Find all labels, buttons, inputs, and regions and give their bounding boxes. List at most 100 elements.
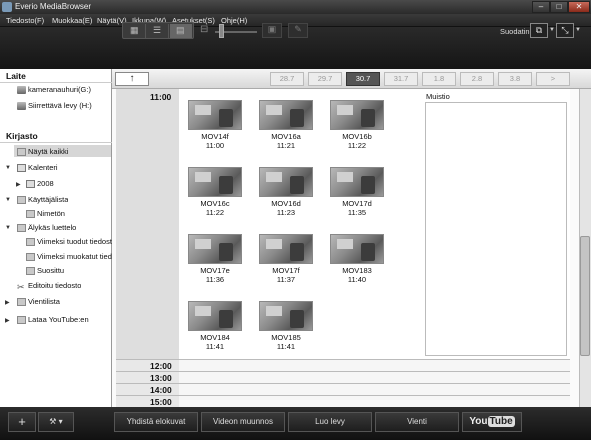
clip-time: 11:23 [276, 208, 296, 217]
hour-row-cell[interactable] [179, 384, 570, 395]
clip-item[interactable]: MOV17f 11:37 [257, 234, 315, 284]
video-thumbnail[interactable] [330, 234, 384, 264]
maximize-button[interactable]: □ [550, 1, 568, 13]
hour-row-cell[interactable] [179, 372, 570, 383]
view-grid-button[interactable]: ▦ [124, 24, 146, 38]
sort-dropdown-icon[interactable]: ▼ [575, 27, 581, 33]
youtube-upload-button[interactable]: You Tube [462, 412, 522, 432]
date-cell[interactable]: 31.7 [384, 72, 418, 86]
library-icon [17, 148, 26, 157]
date-cell[interactable]: 28.7 [270, 72, 304, 86]
library-recent-edited[interactable]: Viimeksi muokatut tied [26, 252, 112, 262]
collapse-arrow-icon[interactable]: ▼ [5, 225, 11, 231]
add-button[interactable]: + [8, 412, 36, 432]
clip-item[interactable]: MOV17e 11:36 [186, 234, 244, 284]
clip-item[interactable]: MOV16b 11:22 [328, 100, 386, 150]
video-thumbnail[interactable] [259, 167, 313, 197]
filter-label: Suodatin [500, 27, 530, 36]
library-smart-list[interactable]: Älykäs luettelo [17, 223, 76, 233]
collapse-arrow-icon[interactable]: ▼ [5, 165, 11, 171]
library-year[interactable]: 2008 [26, 179, 54, 189]
clip-item[interactable]: MOV14f 11:00 [186, 100, 244, 150]
clip-item[interactable]: MOV16d 11:23 [257, 167, 315, 217]
video-thumbnail[interactable] [259, 301, 313, 331]
menu-file[interactable]: Tiedosto(F) [6, 16, 44, 25]
library-export-list[interactable]: Vientilista [17, 297, 60, 307]
device-camcorder[interactable]: kameranauhuri(G:) [17, 85, 91, 95]
scrollbar-thumb[interactable] [580, 236, 590, 356]
minimize-button[interactable]: – [532, 1, 550, 13]
list-icon [26, 267, 35, 276]
clip-name: MOV16a [271, 132, 301, 141]
clip-time: 11:41 [276, 342, 296, 351]
item-label: Käyttäjälista [28, 195, 69, 204]
date-cell[interactable]: 29.7 [308, 72, 342, 86]
merge-movies-button[interactable]: Yhdistä elokuvat [114, 412, 198, 432]
filter-icon[interactable]: ⧉ [530, 23, 548, 38]
video-thumbnail[interactable] [188, 100, 242, 130]
expand-arrow-icon[interactable]: ▶ [5, 317, 10, 324]
library-favorite[interactable]: Suosittu [26, 266, 64, 276]
library-show-all[interactable]: Näytä kaikki [17, 147, 68, 157]
video-thumbnail[interactable] [330, 100, 384, 130]
video-convert-button[interactable]: Videon muunnos [201, 412, 285, 432]
camcorder-icon [17, 86, 26, 95]
hour-label-13: 13:00 [150, 373, 172, 383]
date-cell[interactable]: 2.8 [460, 72, 494, 86]
expand-arrow-icon[interactable]: ▶ [5, 299, 10, 306]
collapse-arrow-icon[interactable]: ▼ [5, 197, 11, 203]
video-thumbnail[interactable] [188, 301, 242, 331]
video-thumbnail[interactable] [259, 234, 313, 264]
video-thumbnail[interactable] [330, 167, 384, 197]
library-users[interactable]: Käyttäjälista [17, 195, 69, 205]
close-button[interactable]: ✕ [568, 1, 590, 13]
zoom-out-icon[interactable]: ⊟ [200, 24, 208, 35]
drive-icon [17, 102, 26, 111]
library-recent-imported[interactable]: Viimeksi tuodut tiedost [26, 237, 112, 247]
expand-arrow-icon[interactable]: ▶ [16, 181, 21, 188]
device-label: kameranauhuri(G:) [28, 85, 91, 94]
up-button[interactable]: ↑ [115, 72, 149, 86]
view-list-button[interactable]: ☰ [147, 24, 169, 38]
clip-item[interactable]: MOV183 11:40 [328, 234, 386, 284]
date-cell[interactable]: 1.8 [422, 72, 456, 86]
clip-time: 11:22 [347, 141, 367, 150]
hour-row-cell[interactable] [179, 360, 570, 371]
library-unnamed[interactable]: Nimetön [26, 209, 65, 219]
menu-help[interactable]: Ohje(H) [221, 16, 247, 25]
device-removable[interactable]: Siirrettävä levy (H:) [17, 101, 92, 111]
date-cell[interactable]: 3.8 [498, 72, 532, 86]
list-icon: ☰ [153, 25, 162, 35]
export-button[interactable]: Vienti [375, 412, 459, 432]
hour-label-12: 12:00 [150, 361, 172, 371]
clip-item[interactable]: MOV16a 11:21 [257, 100, 315, 150]
sort-icon[interactable]: ⤡ [556, 23, 574, 38]
memo-label: Muistio [426, 92, 450, 101]
library-youtube-upload[interactable]: Lataa YouTube:en [17, 315, 89, 325]
clip-item[interactable]: MOV17d 11:35 [328, 167, 386, 217]
item-label: Nimetön [37, 209, 65, 218]
clip-time: 11:22 [205, 208, 225, 217]
view-calendar-button[interactable]: ▤ [170, 24, 192, 38]
next-dates-button[interactable]: > [536, 72, 570, 86]
zoom-in-icon[interactable]: ▣ [262, 23, 282, 38]
video-thumbnail[interactable] [259, 100, 313, 130]
create-disc-button[interactable]: Luo levy [288, 412, 372, 432]
filter-dropdown-icon[interactable]: ▼ [549, 27, 555, 33]
memo-textarea[interactable] [425, 102, 567, 356]
menu-edit[interactable]: Muokkaa(E) [52, 16, 92, 25]
video-thumbnail[interactable] [188, 167, 242, 197]
library-edited-file[interactable]: ✂ Editoitu tiedosto [17, 281, 81, 290]
tools-dropdown-button[interactable]: ⚒ ▾ [38, 412, 74, 432]
hour-row-cell[interactable] [179, 396, 570, 407]
clip-item[interactable]: MOV185 11:41 [257, 301, 315, 351]
youtube-icon [17, 316, 26, 325]
library-calendar[interactable]: Kalenteri [17, 163, 58, 173]
video-thumbnail[interactable] [188, 234, 242, 264]
date-cell-selected[interactable]: 30.7 [346, 72, 380, 86]
item-label: Viimeksi muokatut tied [37, 252, 112, 261]
clip-name: MOV16d [271, 199, 301, 208]
clip-item[interactable]: MOV16c 11:22 [186, 167, 244, 217]
clip-item[interactable]: MOV184 11:41 [186, 301, 244, 351]
slider-knob[interactable] [219, 24, 224, 38]
